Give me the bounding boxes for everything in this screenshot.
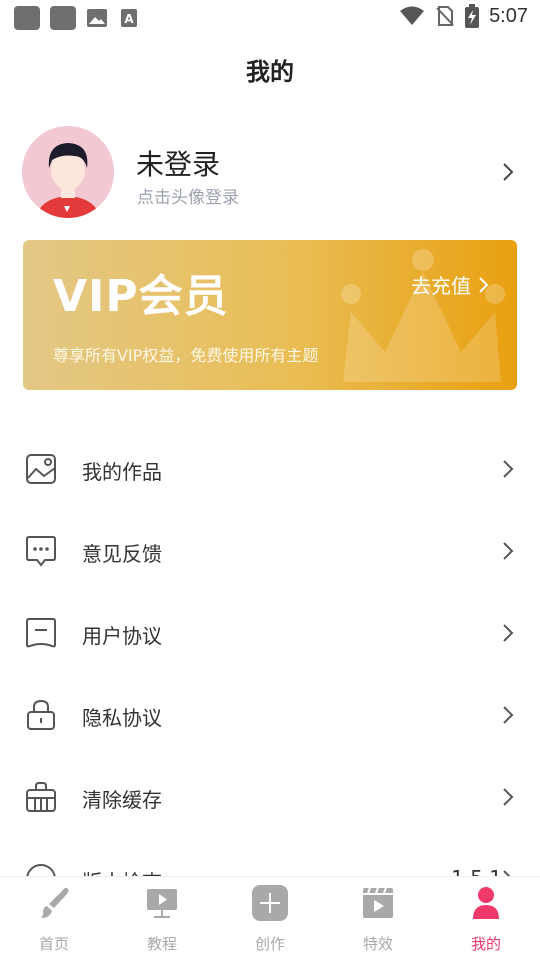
login-hint: 点击头像登录 <box>137 188 239 208</box>
nav-label: 创作 <box>254 935 285 953</box>
menu-item-user-agreement[interactable]: 用户协议 <box>0 592 540 674</box>
nav-item-effects[interactable]: 特效 <box>324 877 432 960</box>
menu-item-clear-cache[interactable]: 清除缓存 <box>0 756 540 838</box>
page-title: 我的 <box>246 58 294 86</box>
nav-label: 教程 <box>146 935 177 953</box>
username[interactable]: 未登录 <box>136 143 220 183</box>
document-icon <box>26 618 56 648</box>
picture-frame-icon <box>26 454 56 484</box>
font-icon: A <box>121 9 137 27</box>
image-icon <box>87 9 107 27</box>
status-bar: A 5:07 <box>0 0 540 36</box>
no-sim-icon <box>436 6 454 26</box>
status-bar-system: 5:07 <box>399 4 528 28</box>
chevron-right-icon[interactable] <box>498 160 518 184</box>
vip-card[interactable]: VIP会员 去充值 尊享所有VIP权益，免费使用所有主题 <box>23 240 517 390</box>
nav-label: 首页 <box>38 935 69 953</box>
recharge-label: 去充值 <box>411 274 471 298</box>
menu-label: 清除缓存 <box>82 788 162 812</box>
menu-label: 我的作品 <box>82 460 162 484</box>
add-icon <box>252 885 288 921</box>
basket-icon <box>26 782 56 812</box>
menu-label: 隐私协议 <box>82 706 162 730</box>
avatar-person-icon <box>22 126 114 218</box>
lock-icon <box>27 699 55 730</box>
vip-title: VIP会员 <box>53 271 229 322</box>
nav-label: 特效 <box>362 935 393 953</box>
nav-item-create[interactable]: 创作 <box>216 877 324 960</box>
crown-icon <box>341 249 505 382</box>
menu-item-privacy-policy[interactable]: 隐私协议 <box>0 674 540 756</box>
nav-label: 我的 <box>470 935 501 953</box>
vip-description: 尊享所有VIP权益，免费使用所有主题 <box>53 346 319 365</box>
avatar[interactable] <box>22 126 114 218</box>
notification-square-icon <box>14 6 40 30</box>
person-icon <box>473 887 499 919</box>
chevron-right-icon <box>503 624 514 642</box>
svg-text:A: A <box>124 12 134 26</box>
presentation-icon <box>147 889 177 918</box>
bottom-nav: 首页 教程 创作 特效 我的 <box>0 876 540 960</box>
nav-item-tutorial[interactable]: 教程 <box>108 877 216 960</box>
nav-item-home[interactable]: 首页 <box>0 877 108 960</box>
chevron-right-icon <box>503 460 514 478</box>
notification-square-icon <box>50 6 76 30</box>
chevron-right-icon <box>503 788 514 806</box>
wifi-icon <box>400 6 425 25</box>
menu-item-my-works[interactable]: 我的作品 <box>0 428 540 510</box>
menu-label: 意见反馈 <box>82 542 162 566</box>
chevron-right-icon <box>503 542 514 560</box>
chat-bubble-icon <box>26 536 56 567</box>
video-icon <box>363 887 393 918</box>
battery-charging-icon <box>465 4 480 28</box>
chevron-right-icon <box>503 706 514 724</box>
brush-icon <box>41 887 69 918</box>
chevron-right-icon <box>479 276 489 293</box>
menu-label: 用户协议 <box>82 624 162 648</box>
nav-item-mine[interactable]: 我的 <box>432 877 540 960</box>
status-bar-notifications: A <box>14 6 140 30</box>
settings-menu: 我的作品 意见反馈 用户协议 隐私协议 清除缓存 <box>0 428 540 920</box>
status-time: 5:07 <box>489 4 528 27</box>
recharge-button[interactable]: 去充值 <box>411 270 489 299</box>
menu-item-feedback[interactable]: 意见反馈 <box>0 510 540 592</box>
